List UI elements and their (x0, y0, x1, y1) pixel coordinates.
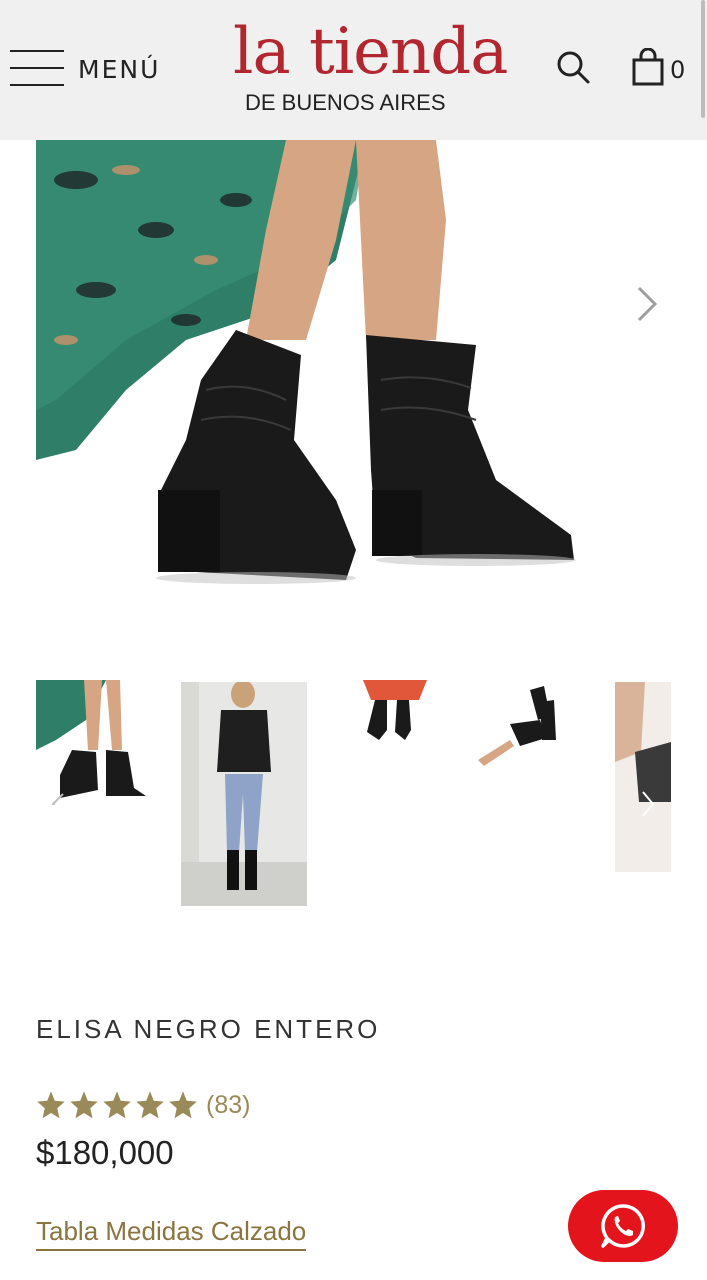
logo-wordmark: la tienda (233, 15, 508, 89)
star-icon (70, 1091, 98, 1119)
menu-button[interactable]: MENÚ (78, 55, 160, 84)
thumbnail-2[interactable] (181, 682, 307, 906)
boots-photo (36, 140, 636, 610)
thumbnail-1[interactable] (36, 680, 146, 805)
star-icon (169, 1091, 197, 1119)
rating-stars (36, 1090, 198, 1120)
thumbnail-4[interactable] (470, 680, 596, 766)
chevron-left-icon[interactable] (50, 790, 66, 805)
site-header: MENÚ la tienda DE BUENOS AIRES 0 (0, 0, 707, 140)
size-chart-link[interactable]: Tabla Medidas Calzado (36, 1216, 307, 1251)
product-main-image[interactable] (36, 140, 636, 610)
logo-subtitle: DE BUENOS AIRES (245, 90, 446, 115)
scrollbar[interactable] (701, 0, 705, 118)
star-icon (37, 1091, 65, 1119)
whatsapp-button[interactable] (568, 1190, 678, 1262)
cart-count[interactable]: 0 (670, 56, 685, 84)
search-icon[interactable] (553, 48, 593, 88)
thumbnail-5[interactable] (615, 682, 671, 872)
hamburger-icon[interactable] (10, 50, 64, 90)
product-title: ELISA NEGRO ENTERO (36, 1014, 381, 1044)
product-price: $180,000 (36, 1134, 174, 1171)
rating-count[interactable]: (83) (206, 1091, 250, 1120)
thumbnail-strip (0, 680, 707, 910)
star-icon (103, 1091, 131, 1119)
whatsapp-icon (601, 1204, 646, 1248)
product-rating[interactable]: (83) (36, 1090, 250, 1120)
chevron-right-icon[interactable] (630, 282, 664, 326)
shopping-bag-icon[interactable] (630, 48, 666, 88)
star-icon (136, 1091, 164, 1119)
logo[interactable]: la tienda DE BUENOS AIRES (225, 12, 508, 122)
thumbnail-3[interactable] (335, 680, 445, 762)
